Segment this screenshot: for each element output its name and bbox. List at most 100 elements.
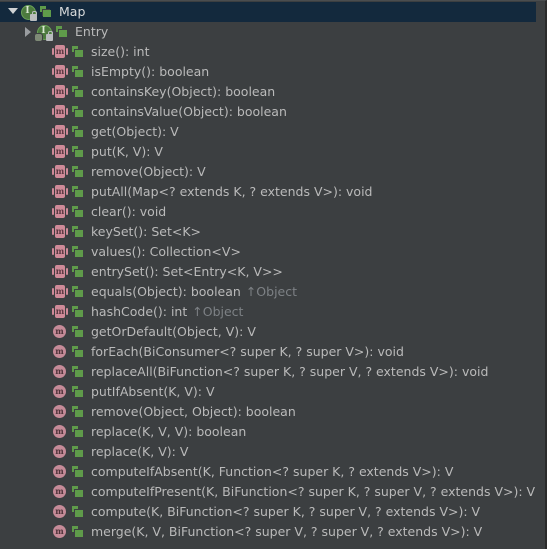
inherited-from-label: ↑Object (192, 304, 244, 319)
structure-popup: I Map I Entry m size(): int m isEmpty(): boolea… (0, 0, 547, 549)
tree-row[interactable]: m replace(K, V): V (0, 442, 536, 462)
tree-row-label: replace(K, V): V (91, 444, 189, 459)
abstract-member-badge-icon (40, 5, 54, 19)
tree-row[interactable]: m keySet(): Set<K> (0, 222, 536, 242)
tree-row-label: remove(Object, Object): boolean (91, 404, 296, 419)
lock-icon (46, 31, 53, 41)
tree-row-label: entrySet(): Set<Entry<K, V>> (91, 264, 283, 279)
abstract-member-badge-icon (72, 485, 86, 499)
tree-row[interactable]: m entrySet(): Set<Entry<K, V>> (0, 262, 536, 282)
tree-row[interactable]: I Map (0, 2, 536, 22)
abstract-member-badge-icon (72, 265, 86, 279)
tree-row-label: forEach(BiConsumer<? super K, ? super V>… (91, 344, 404, 359)
abstract-member-badge-icon (72, 65, 86, 79)
tree-row[interactable]: m putAll(Map<? extends K, ? extends V>): … (0, 182, 536, 202)
tree-row-label: Entry (75, 24, 109, 39)
tree-row[interactable]: m computeIfAbsent(K, Function<? super K, … (0, 462, 536, 482)
default-method-icon: m (52, 484, 70, 500)
abstract-member-badge-icon (72, 405, 86, 419)
tree-row-label: get(Object): V (91, 124, 179, 139)
abstract-method-icon: m (52, 165, 68, 178)
tree-row-label: values(): Collection<V> (91, 244, 241, 259)
tree-row[interactable]: m containsKey(Object): boolean (0, 82, 536, 102)
abstract-member-badge-icon (72, 465, 86, 479)
abstract-member-badge-icon (72, 245, 86, 259)
lock-icon (30, 11, 37, 21)
tree-row[interactable]: m computeIfPresent(K, BiFunction<? super … (0, 482, 536, 502)
default-method-icon: m (52, 384, 70, 400)
abstract-method-icon: m (52, 265, 68, 278)
tree-row[interactable]: m get(Object): V (0, 122, 536, 142)
tree-row-label: computeIfPresent(K, BiFunction<? super K… (91, 484, 536, 499)
tree-row-label: getOrDefault(Object, V): V (91, 324, 256, 339)
abstract-member-badge-icon (72, 425, 86, 439)
abstract-method-icon: m (52, 85, 68, 98)
abstract-member-badge-icon (72, 45, 86, 59)
tree-row[interactable]: m clear(): void (0, 202, 536, 222)
abstract-method-icon: m (52, 285, 68, 298)
tree-row[interactable]: m hashCode(): int ↑Object (0, 302, 536, 322)
abstract-member-badge-icon (72, 505, 86, 519)
abstract-member-badge-icon (72, 445, 86, 459)
tree-row[interactable]: m equals(Object): boolean ↑Object (0, 282, 536, 302)
tree-row[interactable]: m remove(Object): V (0, 162, 536, 182)
tree-row-label: Map (59, 4, 86, 19)
tree-row-label: putAll(Map<? extends K, ? extends V>): v… (91, 184, 373, 199)
abstract-member-badge-icon (72, 385, 86, 399)
abstract-member-badge-icon (72, 185, 86, 199)
tree-row[interactable]: m values(): Collection<V> (0, 242, 536, 262)
abstract-member-badge-icon (72, 85, 86, 99)
abstract-member-badge-icon (72, 225, 86, 239)
tree-row[interactable]: m compute(K, BiFunction<? super K, ? supe… (0, 502, 536, 522)
static-badge-icon (35, 34, 42, 41)
expand-triangle-right-icon[interactable] (22, 22, 36, 42)
expand-triangle-down-icon[interactable] (6, 2, 20, 22)
tree-row-label: isEmpty(): boolean (91, 64, 210, 79)
inherited-from-label: ↑Object (245, 284, 298, 299)
tree-row[interactable]: m containsValue(Object): boolean (0, 102, 536, 122)
abstract-method-icon: m (52, 245, 68, 258)
abstract-member-badge-icon (72, 105, 86, 119)
tree-row-label: replace(K, V, V): boolean (91, 424, 247, 439)
abstract-member-badge-icon (72, 125, 86, 139)
tree-row-label: size(): int (91, 44, 150, 59)
tree-row[interactable]: m put(K, V): V (0, 142, 536, 162)
tree-row[interactable]: m remove(Object, Object): boolean (0, 402, 536, 422)
tree-row-label: putIfAbsent(K, V): V (91, 384, 215, 399)
tree-row[interactable]: m size(): int (0, 42, 536, 62)
member-tree[interactable]: I Map I Entry m size(): int m isEmpty(): boolea… (0, 2, 536, 542)
tree-row[interactable]: m replace(K, V, V): boolean (0, 422, 536, 442)
abstract-member-badge-icon (72, 305, 86, 319)
default-method-icon: m (52, 524, 70, 540)
tree-row[interactable]: m putIfAbsent(K, V): V (0, 382, 536, 402)
default-method-icon: m (52, 424, 70, 440)
tree-row-label: computeIfAbsent(K, Function<? super K, ?… (91, 464, 454, 479)
tree-row[interactable]: m replaceAll(BiFunction<? super K, ? supe… (0, 362, 536, 382)
abstract-member-badge-icon (72, 365, 86, 379)
tree-row[interactable]: m isEmpty(): boolean (0, 62, 536, 82)
tree-row[interactable]: m merge(K, V, BiFunction<? super V, ? sup… (0, 522, 536, 542)
abstract-member-badge-icon (72, 525, 86, 539)
abstract-member-badge-icon (72, 145, 86, 159)
tree-row[interactable]: m forEach(BiConsumer<? super K, ? super V… (0, 342, 536, 362)
tree-row-label: put(K, V): V (91, 144, 163, 159)
tree-row-label: merge(K, V, BiFunction<? super V, ? supe… (91, 524, 483, 539)
tree-row-label: keySet(): Set<K> (91, 224, 202, 239)
default-method-icon: m (52, 324, 70, 340)
abstract-method-icon: m (52, 185, 68, 198)
tree-row[interactable]: m getOrDefault(Object, V): V (0, 322, 536, 342)
tree-row-label: containsKey(Object): boolean (91, 84, 276, 99)
tree-row[interactable]: I Entry (0, 22, 536, 42)
